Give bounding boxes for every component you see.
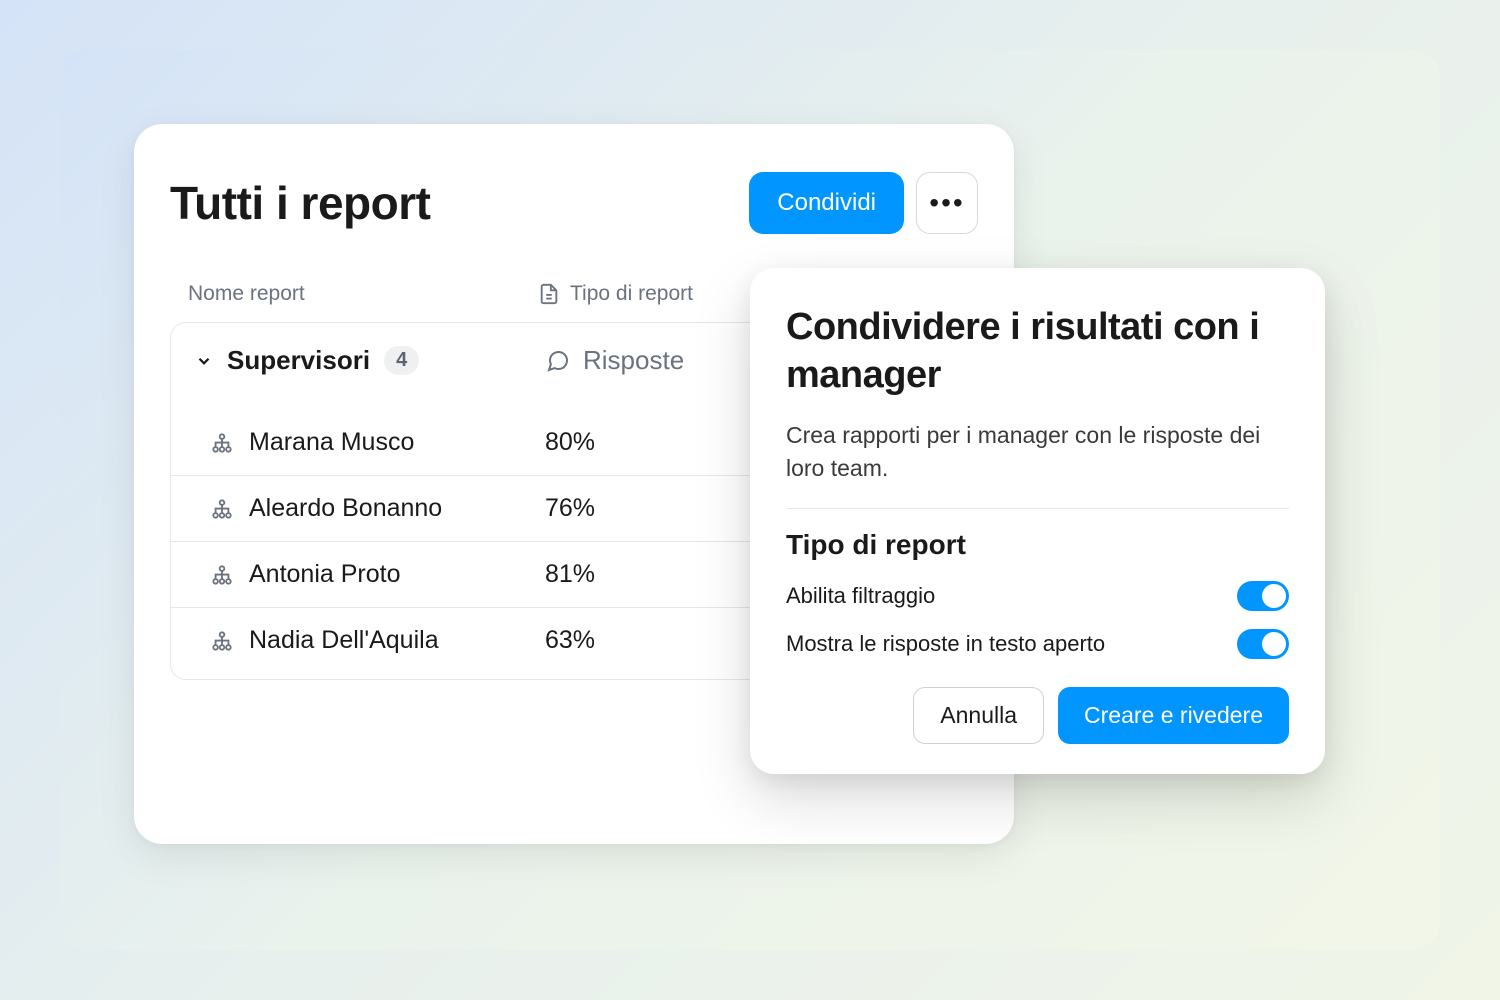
count-badge: 4 <box>384 346 419 375</box>
percent-value: 81% <box>545 560 595 589</box>
modal-description: Crea rapporti per i manager con le rispo… <box>786 419 1289 486</box>
group-type-cell: Risposte <box>545 345 684 376</box>
cancel-button[interactable]: Annulla <box>913 687 1044 744</box>
modal-actions: Annulla Creare e rivedere <box>786 687 1289 744</box>
percent-value: 76% <box>545 494 595 523</box>
open-text-toggle[interactable] <box>1237 629 1289 659</box>
toggle-row-open-text: Mostra le risposte in testo aperto <box>786 629 1289 659</box>
percent-value: 80% <box>545 428 595 457</box>
header-actions: Condividi ••• <box>749 172 978 234</box>
person-name: Nadia Dell'Aquila <box>249 626 439 655</box>
group-type-label: Risposte <box>583 345 684 376</box>
chevron-down-icon <box>195 352 213 370</box>
hierarchy-icon <box>211 564 233 586</box>
reports-header: Tutti i report Condividi ••• <box>170 172 978 234</box>
filter-toggle[interactable] <box>1237 581 1289 611</box>
person-name: Antonia Proto <box>249 560 401 589</box>
person-name: Marana Musco <box>249 428 414 457</box>
column-header-type-label: Tipo di report <box>570 282 693 306</box>
more-options-button[interactable]: ••• <box>916 172 978 234</box>
responses-icon <box>545 349 571 373</box>
create-button[interactable]: Creare e rivedere <box>1058 687 1289 744</box>
divider <box>786 508 1289 509</box>
hierarchy-icon <box>211 630 233 652</box>
column-header-type: Tipo di report <box>538 282 693 306</box>
hierarchy-icon <box>211 498 233 520</box>
toggle-label: Abilita filtraggio <box>786 583 935 609</box>
toggle-row-filter: Abilita filtraggio <box>786 581 1289 611</box>
percent-value: 63% <box>545 626 595 655</box>
share-button[interactable]: Condividi <box>749 172 904 234</box>
group-name: Supervisori <box>227 345 370 376</box>
person-name: Aleardo Bonanno <box>249 494 442 523</box>
hierarchy-icon <box>211 432 233 454</box>
share-modal: Condividere i risultati con i manager Cr… <box>750 268 1325 774</box>
page-title: Tutti i report <box>170 176 430 230</box>
group-name-cell: Supervisori 4 <box>195 345 545 376</box>
modal-title: Condividere i risultati con i manager <box>786 304 1289 399</box>
document-icon <box>538 282 560 306</box>
toggle-label: Mostra le risposte in testo aperto <box>786 631 1105 657</box>
section-title: Tipo di report <box>786 529 1289 561</box>
column-header-name: Nome report <box>188 282 538 306</box>
ellipsis-icon: ••• <box>929 187 964 219</box>
